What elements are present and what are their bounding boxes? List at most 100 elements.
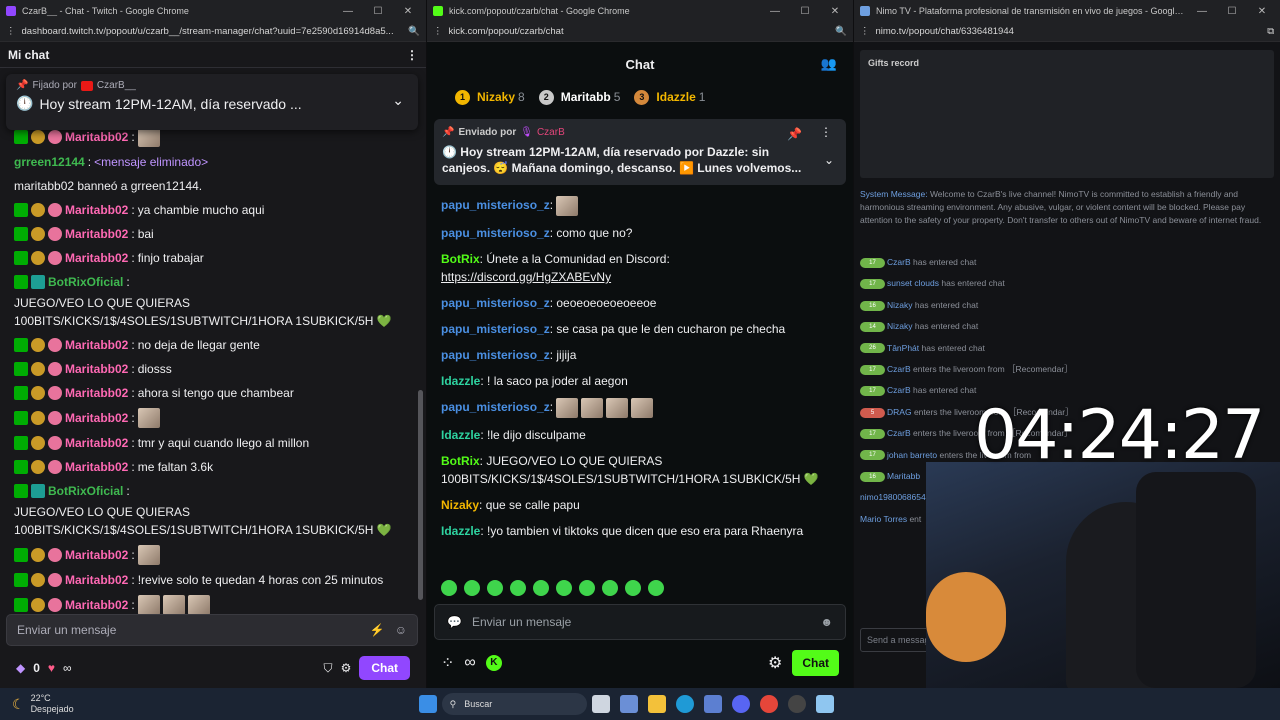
entry-username[interactable]: johan barreto [887,450,937,460]
address-bar[interactable]: ⋮ dashboard.twitch.tv/popout/u/czarb__/s… [0,22,426,42]
minimize-icon[interactable]: — [763,6,787,17]
channel-points-icon[interactable]: ◆ [16,661,25,675]
chat-message[interactable]: BotRixOficial: JUEGO/VEO LO QUE QUIERAS 1… [0,270,416,333]
entry-username[interactable]: Nizaky [887,300,913,310]
chat-message[interactable]: Nizaky: que se calle papu [427,492,847,518]
emote-icon[interactable] [556,580,572,596]
chat-username[interactable]: Maritabb02 [65,225,128,243]
entry-username[interactable]: CzarB [887,364,911,374]
chat-username[interactable]: Maritabb02 [65,434,128,452]
emote-icon[interactable] [441,580,457,596]
chat-message[interactable]: BotRixOficial: JUEGO/VEO LO QUE QUIERAS 1… [0,479,416,542]
scrollbar[interactable] [418,390,423,600]
sub-badge-icon[interactable] [31,130,45,144]
reply-icon[interactable]: 💬 [447,615,462,629]
mod-badge-icon[interactable] [14,362,28,376]
emote-icon[interactable] [648,580,664,596]
chat-username[interactable]: Maritabb02 [65,458,128,476]
sub-badge-icon[interactable] [31,573,45,587]
maximize-icon[interactable]: ☐ [366,6,390,17]
chat-message[interactable]: papu_misterioso_z: como que no? [427,220,847,246]
maximize-icon[interactable]: ☐ [1220,6,1244,17]
chevron-down-icon[interactable]: ⌄ [824,153,834,167]
unpin-icon[interactable]: 📌 [787,127,802,141]
sub-badge-icon[interactable] [31,203,45,217]
chat-message[interactable]: Maritabb02: [0,405,416,431]
chat-message[interactable]: Maritabb02: [0,542,416,568]
kick-k-icon[interactable]: K [485,655,502,671]
emote-icon[interactable] [579,580,595,596]
flw-badge-icon[interactable] [48,573,62,587]
chat-input[interactable]: Enviar un mensaje ⚡ ☺ [6,614,418,646]
emote-image[interactable] [137,127,160,147]
start-icon[interactable] [418,695,437,713]
zoom-icon[interactable]: 🔍 [408,26,420,37]
flw-badge-icon[interactable] [48,460,62,474]
sub-badge-icon[interactable] [31,598,45,612]
chat-message[interactable]: Idazzle: !le dijo disculpame [427,422,847,448]
chat-username[interactable]: Maritabb02 [65,201,128,219]
chat-message[interactable]: maritabb02 banneó a grreen12144. [0,174,416,198]
chat-message[interactable]: papu_misterioso_z: oeoeoeoeoeoeeoe [427,290,847,316]
entry-username[interactable]: Maritabb [887,471,920,481]
chat-message[interactable]: Maritabb02: diosss [0,357,416,381]
chat-send-button[interactable]: Chat [792,650,839,676]
notepad-icon[interactable] [815,695,834,713]
bits-icon[interactable]: ⚡ [370,623,385,637]
mod-badge-icon[interactable] [14,411,28,425]
chat-username[interactable]: papu_misterioso_z [441,226,550,240]
sub-badge-icon[interactable] [31,548,45,562]
chat-message[interactable]: BotRix: Únete a la Comunidad en Discord:… [427,246,847,290]
entry-username[interactable]: nimo1980068654 [860,492,926,502]
more-options-icon[interactable]: ⋮ [820,125,832,139]
chat-username[interactable]: Maritabb02 [65,384,128,402]
site-info-icon[interactable]: ⋮ [6,26,16,37]
address-bar[interactable]: ⋮ nimo.tv/popout/chat/6336481944 ⧉ [854,22,1280,42]
chat-message[interactable]: Maritabb02: ahora si tengo que chambear [0,381,416,405]
chat-username[interactable]: Maritabb02 [65,249,128,267]
sub-badge-icon[interactable] [31,411,45,425]
entry-username[interactable]: Nizaky [887,321,913,331]
chat-message[interactable]: papu_misterioso_z: [427,394,847,422]
mod-badge-icon[interactable] [14,203,28,217]
chat-username[interactable]: papu_misterioso_z [441,296,550,310]
chat-username[interactable]: grreen12144 [14,153,85,171]
entry-username[interactable]: DRAG [887,407,912,417]
chevron-down-icon[interactable]: ⌄ [392,92,404,109]
flw-badge-icon[interactable] [48,598,62,612]
weather-icon[interactable]: ☾ [12,696,25,713]
mod-badge-icon[interactable] [14,275,28,289]
emote-image[interactable] [137,408,160,428]
chat-username[interactable]: BotRixOficial [48,482,123,500]
address-bar[interactable]: ⋮ kick.com/popout/czarb/chat 🔍 [427,22,853,42]
chat-message[interactable]: Maritabb02: finjo trabajar [0,246,416,270]
chat-input[interactable]: 💬 Enviar un mensaje ☻ [434,604,846,640]
maximize-icon[interactable]: ☐ [793,6,817,17]
user-list-icon[interactable]: 👥 [821,56,837,72]
flw-badge-icon[interactable] [48,130,62,144]
sub-badge-icon[interactable] [31,386,45,400]
chat-message[interactable]: Maritabb02: ya chambie mucho aqui [0,198,416,222]
sub-badge-icon[interactable] [31,362,45,376]
entry-username[interactable]: CzarB [887,385,911,395]
settings-icon[interactable]: ⚙ [768,653,782,673]
chat-message[interactable]: Maritabb02: bai [0,222,416,246]
chat-username[interactable]: Maritabb02 [65,546,128,564]
flw-badge-icon[interactable] [48,362,62,376]
chat-message[interactable]: Maritabb02: me faltan 3.6k [0,455,416,479]
mod-badge-icon[interactable] [14,251,28,265]
chat-username[interactable]: Maritabb02 [65,409,128,427]
sub-badge-icon[interactable] [31,338,45,352]
file-explorer-icon[interactable] [647,695,666,713]
chat-username[interactable]: papu_misterioso_z [441,322,550,336]
emote-image[interactable] [631,398,654,418]
flw-badge-icon[interactable] [48,203,62,217]
chat-username[interactable]: Maritabb02 [65,360,128,378]
emote-image[interactable] [606,398,629,418]
chat-username[interactable]: Maritabb02 [65,596,128,614]
pinned-message[interactable]: 📌 Fijado por CzarB__ 🕛 Hoy stream 12PM-1… [6,74,418,130]
emote-image[interactable] [137,595,160,615]
mod-badge-icon[interactable] [14,436,28,450]
shield-icon[interactable]: ⛉ [324,661,333,676]
chat-message[interactable]: Maritabb02: tmr y aqui cuando llego al mi… [0,431,416,455]
